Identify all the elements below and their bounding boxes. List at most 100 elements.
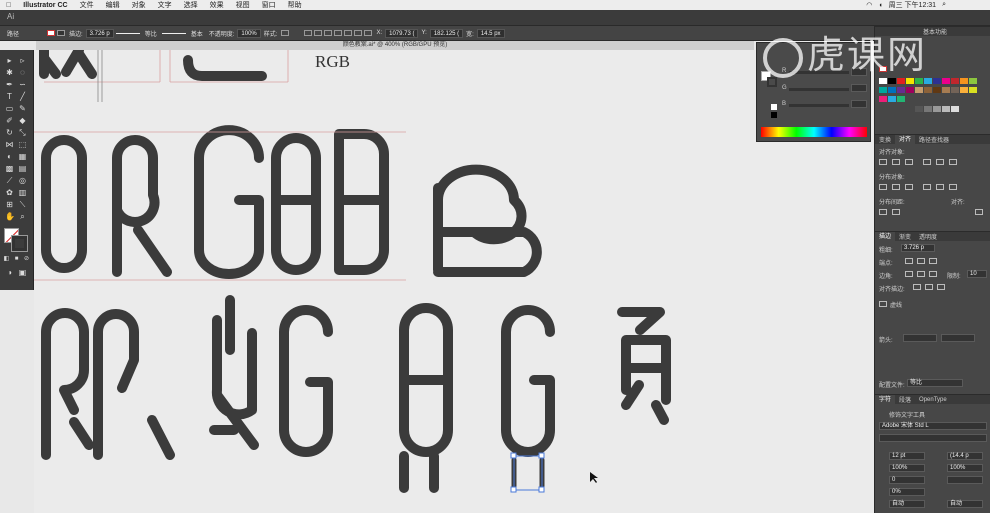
distribute-left-icon[interactable] — [923, 184, 931, 190]
color-b-slider[interactable] — [789, 104, 849, 107]
swatch-gray-1[interactable] — [915, 106, 923, 112]
rotate-tool-icon[interactable]: ↻ — [5, 128, 14, 137]
x-field[interactable]: 1079.73 ( — [385, 28, 419, 38]
swatch-light-brown[interactable] — [942, 87, 950, 93]
y-field[interactable]: 182.125 ( — [429, 28, 464, 38]
vertical-scale-field[interactable]: 100% — [889, 464, 925, 472]
none-mode-icon[interactable]: ⊘ — [22, 255, 31, 264]
tab-paragraph[interactable]: 段落 — [895, 395, 915, 404]
paintbrush-tool-icon[interactable]: ✎ — [18, 104, 27, 113]
blend-tool-icon[interactable]: ◎ — [18, 176, 27, 185]
stroke-weight-field[interactable]: 3.726 p — [85, 28, 114, 38]
color-g-field[interactable] — [851, 84, 867, 92]
selection-tool-icon[interactable]: ▸ — [5, 56, 14, 65]
search-icon[interactable]: ⌕ — [942, 1, 946, 9]
variable-width-profile[interactable] — [114, 29, 142, 38]
butt-cap-icon[interactable] — [905, 258, 913, 264]
swatch-red[interactable] — [897, 78, 905, 84]
swatch-purple[interactable] — [897, 87, 905, 93]
stroke-color-icon[interactable] — [11, 235, 28, 252]
color-b-field[interactable] — [851, 100, 867, 108]
swatch-dark-red[interactable] — [951, 78, 959, 84]
scale-tool-icon[interactable]: ⤡ — [18, 128, 27, 137]
white-swatch[interactable] — [771, 104, 777, 110]
pen-tool-icon[interactable]: ✒ — [5, 80, 14, 89]
app-menu[interactable]: Illustrator CC — [17, 2, 73, 9]
distribute-hcenter-icon[interactable] — [936, 184, 944, 190]
transform-icon[interactable] — [364, 30, 373, 36]
tracking-field[interactable] — [947, 476, 983, 484]
distribute-right-icon[interactable] — [949, 184, 957, 190]
clock[interactable]: 周三 下午12:31 — [889, 0, 936, 10]
rectangle-tool-icon[interactable]: ▭ — [5, 104, 14, 113]
line-tool-icon[interactable]: ╱ — [18, 92, 27, 101]
menu-view[interactable]: 视图 — [230, 0, 256, 10]
swatch-pink[interactable] — [879, 96, 887, 102]
menu-edit[interactable]: 编辑 — [100, 0, 126, 10]
color-mode-icon[interactable]: ■ — [12, 255, 21, 264]
wifi-icon[interactable]: ◠ — [866, 1, 872, 9]
arrow-end-select[interactable] — [941, 334, 975, 342]
shape-builder-tool-icon[interactable]: ◐ — [5, 152, 14, 161]
black-swatch[interactable] — [771, 112, 777, 118]
slice-tool-icon[interactable]: ⟍ — [18, 200, 27, 209]
round-join-icon[interactable] — [917, 271, 925, 277]
brush-label[interactable]: 基本 — [188, 29, 206, 38]
distribute-top-icon[interactable] — [879, 184, 887, 190]
draw-mode-icon[interactable]: ◑ — [5, 268, 14, 277]
swatch-gold[interactable] — [960, 87, 968, 93]
document-tab[interactable]: 颜色教案.ai* @ 400% (RGB/GPU 预览) — [36, 41, 754, 50]
menu-effect[interactable]: 效果 — [204, 0, 230, 10]
curvature-tool-icon[interactable]: ∽ — [18, 80, 27, 89]
dashed-line-checkbox[interactable] — [879, 301, 887, 307]
swatch-gray-5[interactable] — [951, 106, 959, 112]
apple-menu[interactable]:  — [0, 2, 17, 9]
swatch-orange[interactable] — [960, 78, 968, 84]
gradient-tool-icon[interactable]: ▤ — [18, 164, 27, 173]
swatch-blue[interactable] — [933, 78, 941, 84]
free-transform-tool-icon[interactable]: ⬚ — [18, 140, 27, 149]
align-middle-icon[interactable] — [344, 30, 353, 36]
align-right-icon[interactable] — [324, 30, 333, 36]
tab-transparency[interactable]: 透明度 — [915, 232, 941, 241]
round-cap-icon[interactable] — [917, 258, 925, 264]
kerning-field[interactable]: 0 — [889, 476, 925, 484]
tab-pathfinder[interactable]: 路径查找器 — [915, 135, 953, 144]
distribute-vspace-icon[interactable] — [879, 209, 887, 215]
menu-window[interactable]: 窗口 — [256, 0, 282, 10]
align-stroke-outside-icon[interactable] — [937, 284, 945, 290]
tab-align[interactable]: 对齐 — [895, 134, 916, 145]
stroke-swatch-icon[interactable] — [57, 30, 65, 36]
brush-definition[interactable] — [160, 29, 188, 38]
align-stroke-center-icon[interactable] — [913, 284, 921, 290]
swatch-magenta[interactable] — [942, 78, 950, 84]
profile-label[interactable]: 等比 — [142, 29, 160, 38]
arrow-start-select[interactable] — [903, 334, 937, 342]
limit-field[interactable]: 10 — [967, 270, 987, 278]
swatch-white[interactable] — [879, 78, 887, 84]
swatch-gray-4[interactable] — [942, 106, 950, 112]
eyedropper-tool-icon[interactable]: ⟋ — [5, 176, 14, 185]
mesh-tool-icon[interactable]: ▩ — [5, 164, 14, 173]
swatch-plum[interactable] — [906, 87, 914, 93]
width-tool-icon[interactable]: ⋈ — [5, 140, 14, 149]
menu-help[interactable]: 帮助 — [282, 0, 308, 10]
font-family-select[interactable]: Adobe 宋体 Std L — [879, 422, 987, 430]
tab-stroke[interactable]: 描边 — [875, 231, 896, 242]
align-top-object-icon[interactable] — [923, 159, 931, 165]
lasso-tool-icon[interactable]: ◌ — [18, 68, 27, 77]
column-graph-tool-icon[interactable]: ▥ — [18, 188, 27, 197]
graphic-style-icon[interactable] — [281, 30, 290, 36]
distribute-vcenter-icon[interactable] — [892, 184, 900, 190]
font-style-select[interactable] — [879, 434, 987, 442]
align-right-object-icon[interactable] — [905, 159, 913, 165]
font-size-field[interactable]: 12 pt — [889, 452, 925, 460]
tsume-field[interactable]: 0% — [889, 488, 925, 496]
align-bottom-object-icon[interactable] — [949, 159, 957, 165]
align-left-object-icon[interactable] — [879, 159, 887, 165]
screen-mode-icon[interactable]: ▣ — [18, 268, 27, 277]
zoom-tool-icon[interactable]: ⌕ — [18, 212, 27, 221]
swatch-emerald[interactable] — [897, 96, 905, 102]
tab-gradient[interactable]: 渐变 — [895, 232, 915, 241]
magic-wand-tool-icon[interactable]: ✱ — [5, 68, 14, 77]
